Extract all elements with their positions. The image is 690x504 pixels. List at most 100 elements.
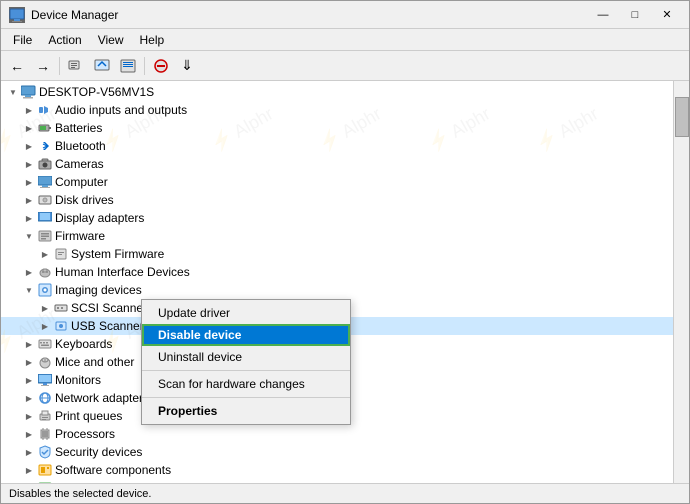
tree-item[interactable]: ▶ Batteries: [1, 119, 673, 137]
tree-item[interactable]: ▼ Firmware: [1, 227, 673, 245]
expand-icon: ▼: [21, 282, 37, 298]
tree-item[interactable]: ▶ Human Interface Devices: [1, 263, 673, 281]
ctx-disable-device[interactable]: Disable device: [142, 324, 350, 346]
toolbar-separator-2: [144, 57, 145, 75]
ctx-properties-label: Properties: [158, 404, 217, 418]
toolbar-properties[interactable]: [64, 55, 88, 77]
close-button[interactable]: ✕: [653, 5, 681, 25]
expand-icon: ▶: [21, 462, 37, 478]
device-icon: [37, 444, 53, 460]
tree-item[interactable]: ▶ Computer: [1, 173, 673, 191]
expand-icon: ▶: [21, 408, 37, 424]
device-icon: [37, 156, 53, 172]
device-icon: [37, 174, 53, 190]
device-icon: [37, 138, 53, 154]
device-icon: [37, 120, 53, 136]
menu-view[interactable]: View: [90, 31, 132, 49]
tree-item-label: Security devices: [55, 445, 142, 459]
tree-item[interactable]: ▶ Security devices: [1, 443, 673, 461]
toolbar-back[interactable]: ←: [5, 55, 29, 77]
ctx-properties[interactable]: Properties: [142, 400, 350, 422]
device-icon: [37, 192, 53, 208]
device-icon: [37, 264, 53, 280]
minimize-button[interactable]: —: [589, 5, 617, 25]
device-icon: [37, 372, 53, 388]
tree-root[interactable]: ▼ DESKTOP-V56MV1S: [1, 83, 673, 101]
expand-icon: ▶: [21, 192, 37, 208]
device-icon: [37, 480, 53, 483]
toolbar: ← →: [1, 51, 689, 81]
tree-item-label: Mice and other: [55, 355, 134, 369]
scrollbar[interactable]: [673, 81, 689, 483]
status-bar: Disables the selected device.: [1, 483, 689, 503]
expand-icon: ▶: [21, 156, 37, 172]
device-manager-window: Device Manager — □ ✕ File Action View He…: [0, 0, 690, 504]
tree-item[interactable]: ▼ Imaging devices: [1, 281, 673, 299]
expand-icon: ▶: [21, 444, 37, 460]
tree-item[interactable]: ▶ Software devices: [1, 479, 673, 483]
tree-item-label: Software devices: [55, 481, 146, 483]
ctx-update-driver[interactable]: Update driver: [142, 302, 350, 324]
tree-item-label: Cameras: [55, 157, 104, 171]
title-text: Device Manager: [31, 8, 589, 22]
tree-item-label: Display adapters: [55, 211, 144, 225]
tree-item[interactable]: ▶ Cameras: [1, 155, 673, 173]
tree-item[interactable]: ▶ System Firmware: [1, 245, 673, 263]
status-text: Disables the selected device.: [9, 488, 151, 500]
menu-file[interactable]: File: [5, 31, 40, 49]
menu-action[interactable]: Action: [40, 31, 89, 49]
window-controls: — □ ✕: [589, 5, 681, 25]
expand-root: ▼: [5, 84, 21, 100]
tree-item-label: Software components: [55, 463, 171, 477]
expand-icon: ▶: [21, 102, 37, 118]
maximize-button[interactable]: □: [621, 5, 649, 25]
expand-icon: ▶: [21, 426, 37, 442]
toolbar-forward[interactable]: →: [31, 55, 55, 77]
tree-item-label: Print queues: [55, 409, 122, 423]
ctx-scan-hardware-label: Scan for hardware changes: [158, 377, 305, 391]
tree-item[interactable]: ▶ Display adapters: [1, 209, 673, 227]
device-icon: [53, 300, 69, 316]
device-icon: [53, 246, 69, 262]
expand-icon: ▶: [21, 120, 37, 136]
expand-icon: ▶: [37, 318, 53, 334]
ctx-uninstall-device-label: Uninstall device: [158, 350, 242, 364]
toolbar-scan[interactable]: [116, 55, 140, 77]
title-bar: Device Manager — □ ✕: [1, 1, 689, 29]
menu-help[interactable]: Help: [132, 31, 173, 49]
toolbar-disable[interactable]: [149, 55, 173, 77]
root-label: DESKTOP-V56MV1S: [39, 85, 154, 99]
tree-item[interactable]: ▶ Software components: [1, 461, 673, 479]
tree-item[interactable]: ▶ Disk drives: [1, 191, 673, 209]
tree-item-label: Keyboards: [55, 337, 112, 351]
expand-icon: ▶: [21, 174, 37, 190]
expand-icon: ▶: [21, 264, 37, 280]
tree-item-label: Firmware: [55, 229, 105, 243]
tree-item-label: Processors: [55, 427, 115, 441]
computer-icon: [21, 84, 37, 100]
main-content: ⚡ Alphr⚡ Alphr⚡ Alphr ⚡ Alphr⚡ Alphr⚡ Al…: [1, 81, 689, 483]
device-icon: [37, 228, 53, 244]
toolbar-arrow[interactable]: ⇓: [175, 55, 199, 77]
ctx-scan-hardware[interactable]: Scan for hardware changes: [142, 373, 350, 395]
context-menu: Update driver Disable device Uninstall d…: [141, 299, 351, 425]
toolbar-update[interactable]: [90, 55, 114, 77]
ctx-separator-2: [142, 397, 350, 398]
device-icon: [37, 336, 53, 352]
tree-item-label: Batteries: [55, 121, 102, 135]
scrollbar-thumb[interactable]: [675, 97, 689, 137]
tree-item-label: Network adapters: [55, 391, 149, 405]
expand-icon: ▶: [21, 390, 37, 406]
tree-item[interactable]: ▶ Bluetooth: [1, 137, 673, 155]
tree-items-container: ▶ Audio inputs and outputs ▶ Batteries ▶…: [1, 101, 673, 483]
ctx-separator-1: [142, 370, 350, 371]
tree-item-label: Computer: [55, 175, 108, 189]
tree-item-label: System Firmware: [71, 247, 164, 261]
expand-icon: ▶: [21, 138, 37, 154]
ctx-update-driver-label: Update driver: [158, 306, 230, 320]
device-tree[interactable]: ⚡ Alphr⚡ Alphr⚡ Alphr ⚡ Alphr⚡ Alphr⚡ Al…: [1, 81, 673, 483]
ctx-uninstall-device[interactable]: Uninstall device: [142, 346, 350, 368]
tree-item[interactable]: ▶ Processors: [1, 425, 673, 443]
tree-item[interactable]: ▶ Audio inputs and outputs: [1, 101, 673, 119]
device-icon: [37, 408, 53, 424]
